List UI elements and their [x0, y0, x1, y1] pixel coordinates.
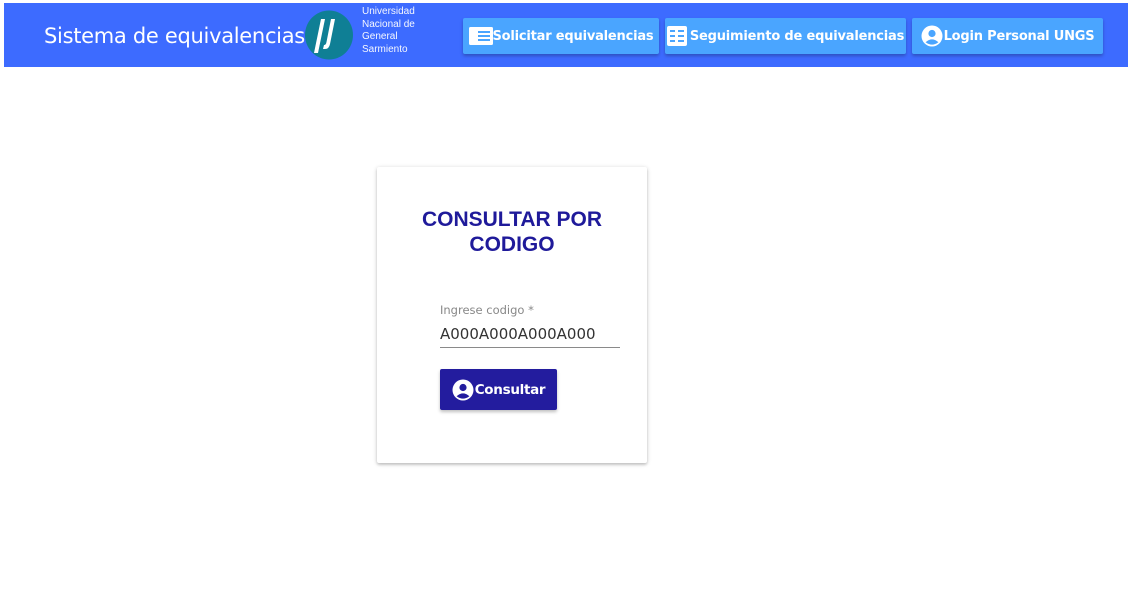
logo-text-line: Universidad: [362, 6, 415, 17]
account-circle-icon: [452, 379, 474, 400]
code-input[interactable]: [440, 321, 620, 348]
logo-text-line: Sarmiento: [362, 43, 408, 55]
card-title-line: CONSULTAR POR: [421, 208, 603, 231]
logo-text-line: General: [362, 31, 398, 42]
list-icon: [666, 26, 687, 46]
app-title: Sistema de equivalencias: [44, 24, 305, 48]
account-circle-icon: [921, 25, 943, 47]
solicitar-equivalencias-button[interactable]: Solicitar equivalencias: [463, 18, 659, 54]
nav-label: Seguimiento de equivalencias: [689, 28, 905, 44]
consultar-label: Consultar: [474, 381, 546, 398]
card-title-line: CODIGO: [469, 233, 555, 256]
nav-label: Solicitar equivalencias: [492, 28, 654, 44]
login-personal-button[interactable]: Login Personal UNGS: [912, 18, 1103, 54]
seguimiento-equivalencias-button[interactable]: Seguimiento de equivalencias: [665, 18, 906, 54]
consultar-button[interactable]: Consultar: [440, 369, 557, 410]
consulta-card: CONSULTAR POR CODIGO Ingrese codigo * Co…: [377, 167, 647, 463]
ungs-logo-icon: [305, 10, 353, 60]
code-field-label: Ingrese codigo *: [440, 303, 534, 317]
nav-label: Login Personal UNGS: [943, 28, 1095, 44]
university-name: Universidad Nacional de General Sarmient…: [362, 6, 415, 56]
card-title: CONSULTAR POR CODIGO: [377, 207, 647, 257]
document-icon: [468, 27, 493, 45]
top-app-bar: Sistema de equivalencias Universidad Nac…: [4, 3, 1128, 67]
logo-text-line: Nacional de: [362, 18, 415, 30]
